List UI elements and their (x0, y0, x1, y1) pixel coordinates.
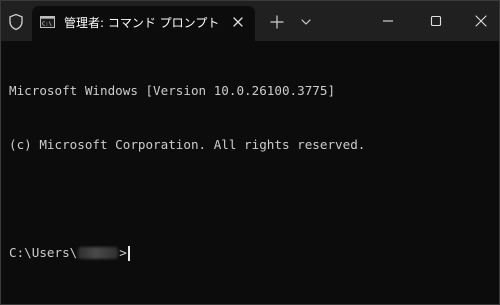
title-bar[interactable]: C:\ 管理者: コマンド プロンプト (1, 1, 499, 41)
command-prompt[interactable]: C:\Users\ > (9, 244, 489, 262)
minimize-icon[interactable] (373, 9, 403, 33)
maximize-icon[interactable] (421, 9, 451, 33)
prompt-path: C:\Users\ (9, 245, 78, 260)
chevron-down-icon[interactable] (299, 15, 313, 29)
cmd-icon: C:\ (40, 16, 55, 28)
shield-icon (7, 13, 25, 31)
terminal-window: C:\ 管理者: コマンド プロンプト Microsoft Windows [V… (0, 0, 500, 305)
new-tab-icon[interactable] (269, 14, 285, 30)
close-icon[interactable] (466, 9, 496, 33)
console-line-copyright: (c) Microsoft Corporation. All rights re… (9, 137, 366, 152)
redacted-username (78, 247, 119, 259)
tab-title: 管理者: コマンド プロンプト (64, 16, 220, 30)
tab-command-prompt[interactable]: C:\ 管理者: コマンド プロンプト (32, 6, 255, 41)
console-output[interactable]: Microsoft Windows [Version 10.0.26100.37… (9, 46, 489, 296)
svg-text:C:\: C:\ (42, 22, 52, 28)
prompt-symbol: > (119, 245, 127, 260)
tab-close-icon[interactable] (230, 14, 246, 30)
console-line-version: Microsoft Windows [Version 10.0.26100.37… (9, 83, 336, 98)
text-cursor (127, 245, 130, 261)
